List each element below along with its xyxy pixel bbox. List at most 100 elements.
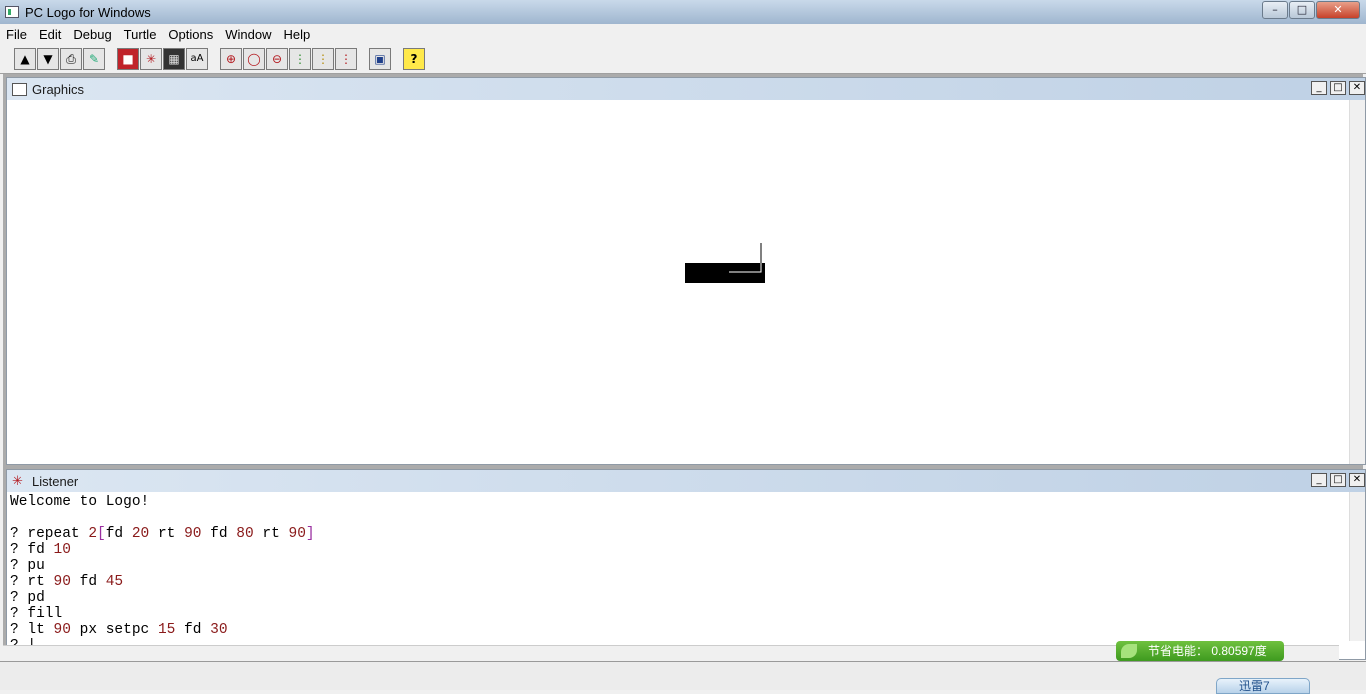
listener-token: 15 bbox=[157, 622, 176, 638]
run-button[interactable]: ⋮ bbox=[289, 48, 311, 70]
pattern-icon: ▦ bbox=[168, 52, 180, 66]
stop-button[interactable]: ■ bbox=[117, 48, 139, 70]
help-icon: ? bbox=[410, 52, 418, 66]
zoom-in-button[interactable]: ⊕ bbox=[220, 48, 242, 70]
edit-icon: ✎ bbox=[88, 52, 100, 66]
save-icon: ▼ bbox=[43, 52, 53, 66]
listener-token: Welcome to Logo! bbox=[10, 494, 150, 510]
graphics-minimize-button[interactable]: _ bbox=[1311, 81, 1327, 95]
listener-token: ? pu bbox=[10, 558, 45, 574]
font-button[interactable]: aA bbox=[186, 48, 208, 70]
listener-line: ? pd bbox=[10, 590, 315, 606]
listener-minimize-button[interactable]: _ bbox=[1311, 473, 1327, 487]
graphics-maximize-button[interactable]: □ bbox=[1330, 81, 1346, 95]
edit-button[interactable]: ✎ bbox=[83, 48, 105, 70]
listener-token: 90 bbox=[53, 622, 71, 638]
thunder-tab[interactable]: 迅雷7 bbox=[1216, 678, 1310, 694]
listener-token: 20 bbox=[131, 526, 150, 542]
listener-token: fd bbox=[175, 622, 211, 638]
listener-token: 90 bbox=[288, 526, 306, 542]
save-button[interactable]: ▼ bbox=[37, 48, 59, 70]
load-button[interactable]: ▲ bbox=[14, 48, 36, 70]
maximize-button[interactable]: □ bbox=[1289, 1, 1315, 19]
app-icon bbox=[5, 6, 19, 18]
menu-edit[interactable]: Edit bbox=[33, 24, 67, 45]
listener-line: ? rt 90 fd 45 bbox=[10, 574, 315, 590]
filled-rectangle bbox=[685, 263, 765, 283]
menu-debug-label: Debug bbox=[73, 27, 112, 42]
menu-file[interactable]: File bbox=[0, 24, 33, 45]
listener-vertical-scrollbar[interactable] bbox=[1349, 492, 1365, 641]
listener-token: ? fd bbox=[10, 542, 54, 558]
listener-line: ? fd 10 bbox=[10, 542, 315, 558]
listener-title-bar[interactable]: ✳ Listener _ □ ✕ bbox=[7, 470, 1365, 492]
status-bar bbox=[0, 661, 1366, 690]
listener-output[interactable]: Welcome to Logo!? repeat 2[fd 20 rt 90 f… bbox=[10, 494, 315, 654]
listener-title: Listener bbox=[32, 474, 79, 489]
listener-line: ? fill bbox=[10, 606, 315, 622]
menu-options-label: Options bbox=[168, 27, 214, 42]
listener-token: fd bbox=[70, 574, 106, 590]
turtle-icon: ✳ bbox=[145, 52, 157, 66]
listener-line: ? pu bbox=[10, 558, 315, 574]
menu-options[interactable]: Options bbox=[162, 24, 219, 45]
zoom-in-icon: ⊕ bbox=[225, 52, 237, 66]
graphics-window-icon bbox=[12, 83, 27, 96]
halt-button[interactable]: ⋮ bbox=[335, 48, 357, 70]
graphics-window: Graphics _ □ ✕ bbox=[6, 77, 1366, 465]
menu-window-label: Window bbox=[225, 27, 272, 42]
help-button[interactable]: ? bbox=[403, 48, 425, 70]
listener-icon: ✳ bbox=[12, 473, 23, 488]
mdi-area: Graphics _ □ ✕ ✳ Listener _ □ ✕ Welcome … bbox=[3, 74, 1366, 660]
listener-window: ✳ Listener _ □ ✕ Welcome to Logo! ? repea… bbox=[6, 469, 1366, 660]
close-button[interactable]: ✕ bbox=[1316, 1, 1360, 19]
thunder-label: 迅雷7 bbox=[1239, 679, 1270, 693]
toolbar: ▲ ▼ ⎙ ✎ ■ ✳ ▦ aA ⊕ ◯ ⊖ ⋮ ⋮ ⋮ ▣ ? bbox=[0, 45, 1366, 74]
listener-token: rt bbox=[149, 526, 185, 542]
menu-turtle[interactable]: Turtle bbox=[118, 24, 163, 45]
zoom-out-icon: ⊖ bbox=[271, 52, 283, 66]
listener-token: ? repeat bbox=[10, 526, 89, 542]
menu-file-label: File bbox=[6, 27, 27, 42]
graphics-title: Graphics bbox=[32, 82, 85, 97]
zoom-out-button[interactable]: ⊖ bbox=[266, 48, 288, 70]
zoom-normal-icon: ◯ bbox=[247, 52, 261, 66]
window-controls: – □ ✕ bbox=[1261, 1, 1360, 21]
listener-close-button[interactable]: ✕ bbox=[1349, 473, 1365, 487]
traffic-light-red-icon: ⋮ bbox=[340, 52, 352, 66]
listener-token: rt bbox=[253, 526, 289, 542]
print-button[interactable]: ⎙ bbox=[60, 48, 82, 70]
turtle-button[interactable]: ✳ bbox=[140, 48, 162, 70]
graphics-close-button[interactable]: ✕ bbox=[1349, 81, 1365, 95]
traffic-light-green-icon: ⋮ bbox=[294, 52, 306, 66]
listener-token: ? rt bbox=[10, 574, 54, 590]
zoom-normal-button[interactable]: ◯ bbox=[243, 48, 265, 70]
screen-icon: ▣ bbox=[374, 52, 386, 66]
graphics-canvas[interactable] bbox=[7, 100, 1350, 464]
menu-help[interactable]: Help bbox=[277, 24, 316, 45]
listener-window-controls: _ □ ✕ bbox=[1308, 473, 1365, 487]
listener-maximize-button[interactable]: □ bbox=[1330, 473, 1346, 487]
listener-token: ] bbox=[305, 526, 315, 542]
menu-window[interactable]: Window bbox=[219, 24, 277, 45]
listener-token: 45 bbox=[105, 574, 124, 590]
menu-edit-label: Edit bbox=[38, 27, 62, 42]
window-title: PC Logo for Windows bbox=[25, 5, 151, 20]
leaf-icon bbox=[1121, 644, 1137, 658]
screen-button[interactable]: ▣ bbox=[369, 48, 391, 70]
graphics-title-bar[interactable]: Graphics _ □ ✕ bbox=[7, 78, 1365, 100]
listener-line: Welcome to Logo! bbox=[10, 494, 315, 510]
minimize-button[interactable]: – bbox=[1262, 1, 1288, 19]
listener-token: fd bbox=[201, 526, 237, 542]
listener-token: 30 bbox=[210, 622, 228, 638]
graphics-vertical-scrollbar[interactable] bbox=[1349, 100, 1365, 464]
listener-line: ? repeat 2[fd 20 rt 90 fd 80 rt 90] bbox=[10, 526, 315, 542]
graphics-window-controls: _ □ ✕ bbox=[1308, 81, 1365, 95]
menu-help-label: Help bbox=[283, 27, 311, 42]
pattern-button[interactable]: ▦ bbox=[163, 48, 185, 70]
listener-token: [ bbox=[97, 526, 106, 542]
energy-saving-widget[interactable]: 节省电能： 0.80597度 bbox=[1116, 641, 1284, 661]
listener-token: 90 bbox=[53, 574, 71, 590]
menu-debug[interactable]: Debug bbox=[67, 24, 117, 45]
pause-button[interactable]: ⋮ bbox=[312, 48, 334, 70]
